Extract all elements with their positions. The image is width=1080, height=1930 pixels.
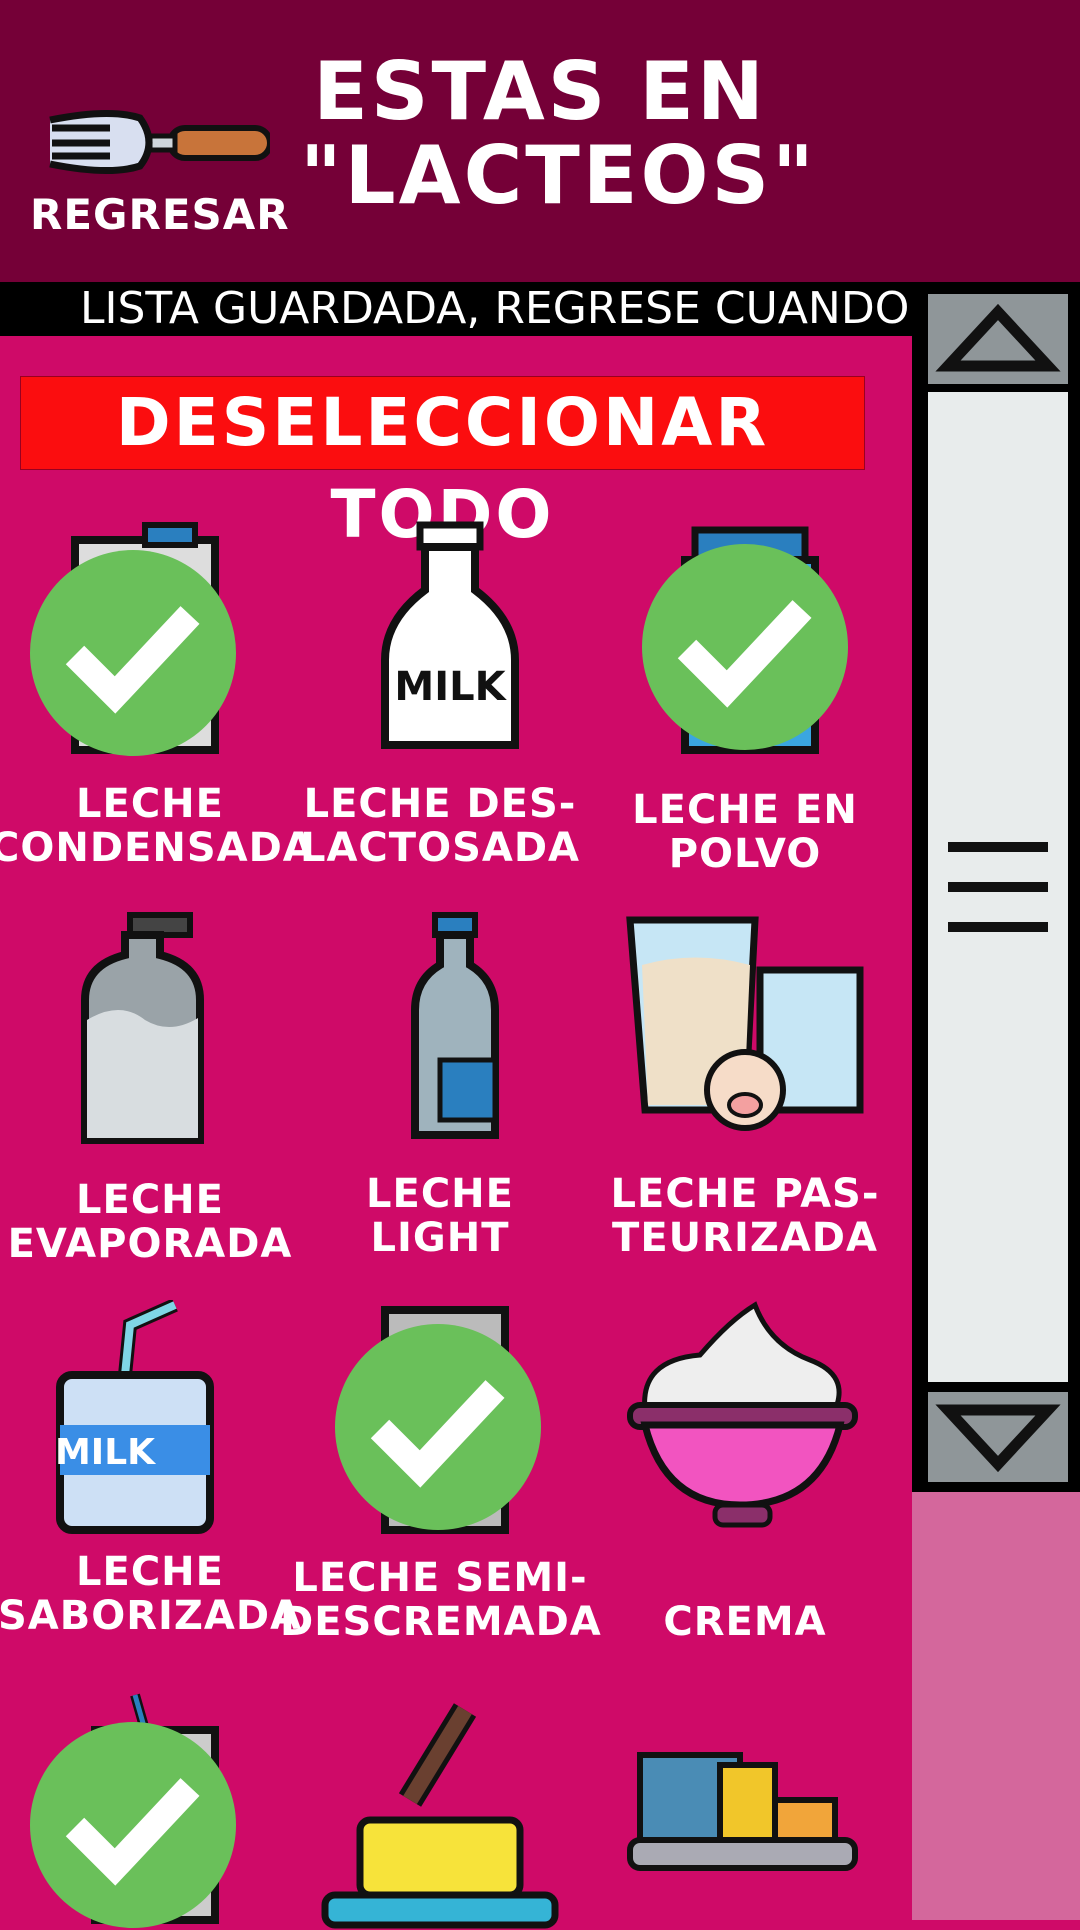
item-label-line-2: CREMA: [663, 1599, 827, 1645]
product-item-butter[interactable]: [290, 1690, 590, 1929]
item-label-line-2: CONDENSADA: [0, 825, 315, 871]
item-label-line-2: DESCREMADA: [280, 1599, 602, 1645]
item-label-line-2: TEURIZADA: [612, 1215, 878, 1261]
product-item-leche-evaporada[interactable]: LECHE EVAPORADA: [0, 910, 300, 1290]
item-label-line-1: LECHE: [76, 1549, 224, 1595]
triangle-down-icon: [935, 1404, 1061, 1473]
product-item-leche-light[interactable]: LECHE LIGHT: [290, 910, 590, 1290]
check-icon: [30, 550, 236, 756]
title-line-2: "LACTEOS": [300, 129, 817, 222]
deselect-all-button[interactable]: DESELECCIONAR TODO: [20, 376, 865, 553]
item-label: LECHE LIGHT: [280, 1172, 600, 1260]
butter-icon: [321, 1703, 559, 1929]
item-label-line-1: LECHE SEMI-: [292, 1555, 588, 1601]
flavored-milk-box-icon: MILK: [55, 1300, 214, 1534]
item-label-line-1: LECHE: [76, 781, 224, 827]
product-item-cheese[interactable]: [595, 1690, 895, 1920]
cheese-icon: [627, 1752, 858, 1871]
pasteurized-milk-icon: [626, 916, 864, 1131]
product-item-leche-condensada[interactable]: LECHE CONDENSADA: [0, 520, 314, 870]
item-label-line-1: LECHE: [76, 1177, 224, 1223]
fork-icon: [49, 110, 270, 174]
item-label-line-1: LECHE DES-: [303, 781, 577, 827]
title-line-1: ESTAS EN: [313, 45, 767, 138]
scroll-down-button[interactable]: [928, 1392, 1068, 1482]
back-label: REGRESAR: [30, 190, 290, 239]
scrollbar[interactable]: [912, 282, 1080, 1492]
check-icon: [335, 1324, 541, 1530]
product-item-crema[interactable]: CREMA: [595, 1300, 895, 1650]
product-item-drink[interactable]: [0, 1690, 300, 1928]
svg-text:MILK: MILK: [394, 664, 507, 710]
item-label-line-1: LECHE: [366, 1171, 514, 1217]
item-label-line-2: EVAPORADA: [7, 1221, 293, 1267]
back-button[interactable]: REGRESAR: [30, 90, 290, 250]
item-label: LECHE PAS- TEURIZADA: [585, 1172, 905, 1260]
scrollbar-background: [912, 1492, 1080, 1920]
ticker-text: LISTA GUARDADA, REGRESE CUANDO I: [80, 283, 912, 334]
cream-bowl-icon: [627, 1301, 858, 1528]
item-label-line-1: LECHE PAS-: [610, 1171, 880, 1217]
item-label-line-2: POLVO: [668, 831, 822, 877]
page-title: ESTAS EN "LACTEOS": [300, 45, 817, 222]
item-label: LECHE EN POLVO: [585, 788, 905, 876]
item-label: LECHE DES- LACTOSADA: [280, 782, 600, 870]
header: REGRESAR ESTAS EN "LACTEOS": [0, 0, 1080, 282]
scroll-thumb[interactable]: [928, 392, 1068, 1382]
item-label: LECHE SABORIZADA: [0, 1550, 310, 1638]
triangle-up-icon: [935, 303, 1061, 372]
light-milk-bottle-icon: [411, 912, 499, 1139]
product-item-leche-en-polvo[interactable]: LECHE EN POLVO: [595, 520, 895, 876]
grip-icon: [948, 842, 1048, 932]
check-icon: [30, 1722, 236, 1928]
svg-text:MILK: MILK: [55, 1432, 156, 1473]
item-label-line-2: LIGHT: [370, 1215, 510, 1261]
check-icon: [642, 544, 848, 750]
status-ticker: LISTA GUARDADA, REGRESE CUANDO I: [0, 282, 912, 336]
scroll-up-button[interactable]: [928, 294, 1068, 384]
item-label: LECHE EVAPORADA: [0, 1178, 310, 1266]
item-label-line-2: SABORIZADA: [0, 1593, 303, 1639]
product-item-leche-deslactosada[interactable]: MILK LECHE DES- LACTOSADA: [290, 520, 590, 870]
item-label: CREMA: [585, 1600, 905, 1644]
item-label-line-1: LECHE EN: [632, 787, 858, 833]
evaporated-milk-icon: [81, 912, 204, 1144]
item-label-line-2: LACTOSADA: [299, 825, 580, 871]
product-item-leche-pasteurizada[interactable]: LECHE PAS- TEURIZADA: [595, 910, 895, 1290]
milk-bottle-icon: MILK: [381, 521, 519, 749]
product-item-leche-semidescremada[interactable]: LECHE SEMI- DESCREMADA: [280, 1300, 601, 1650]
item-label: LECHE CONDENSADA: [0, 781, 315, 871]
product-item-leche-saborizada[interactable]: MILK LECHE SABORIZADA: [0, 1300, 301, 1650]
item-label: LECHE SEMI- DESCREMADA: [280, 1555, 602, 1645]
